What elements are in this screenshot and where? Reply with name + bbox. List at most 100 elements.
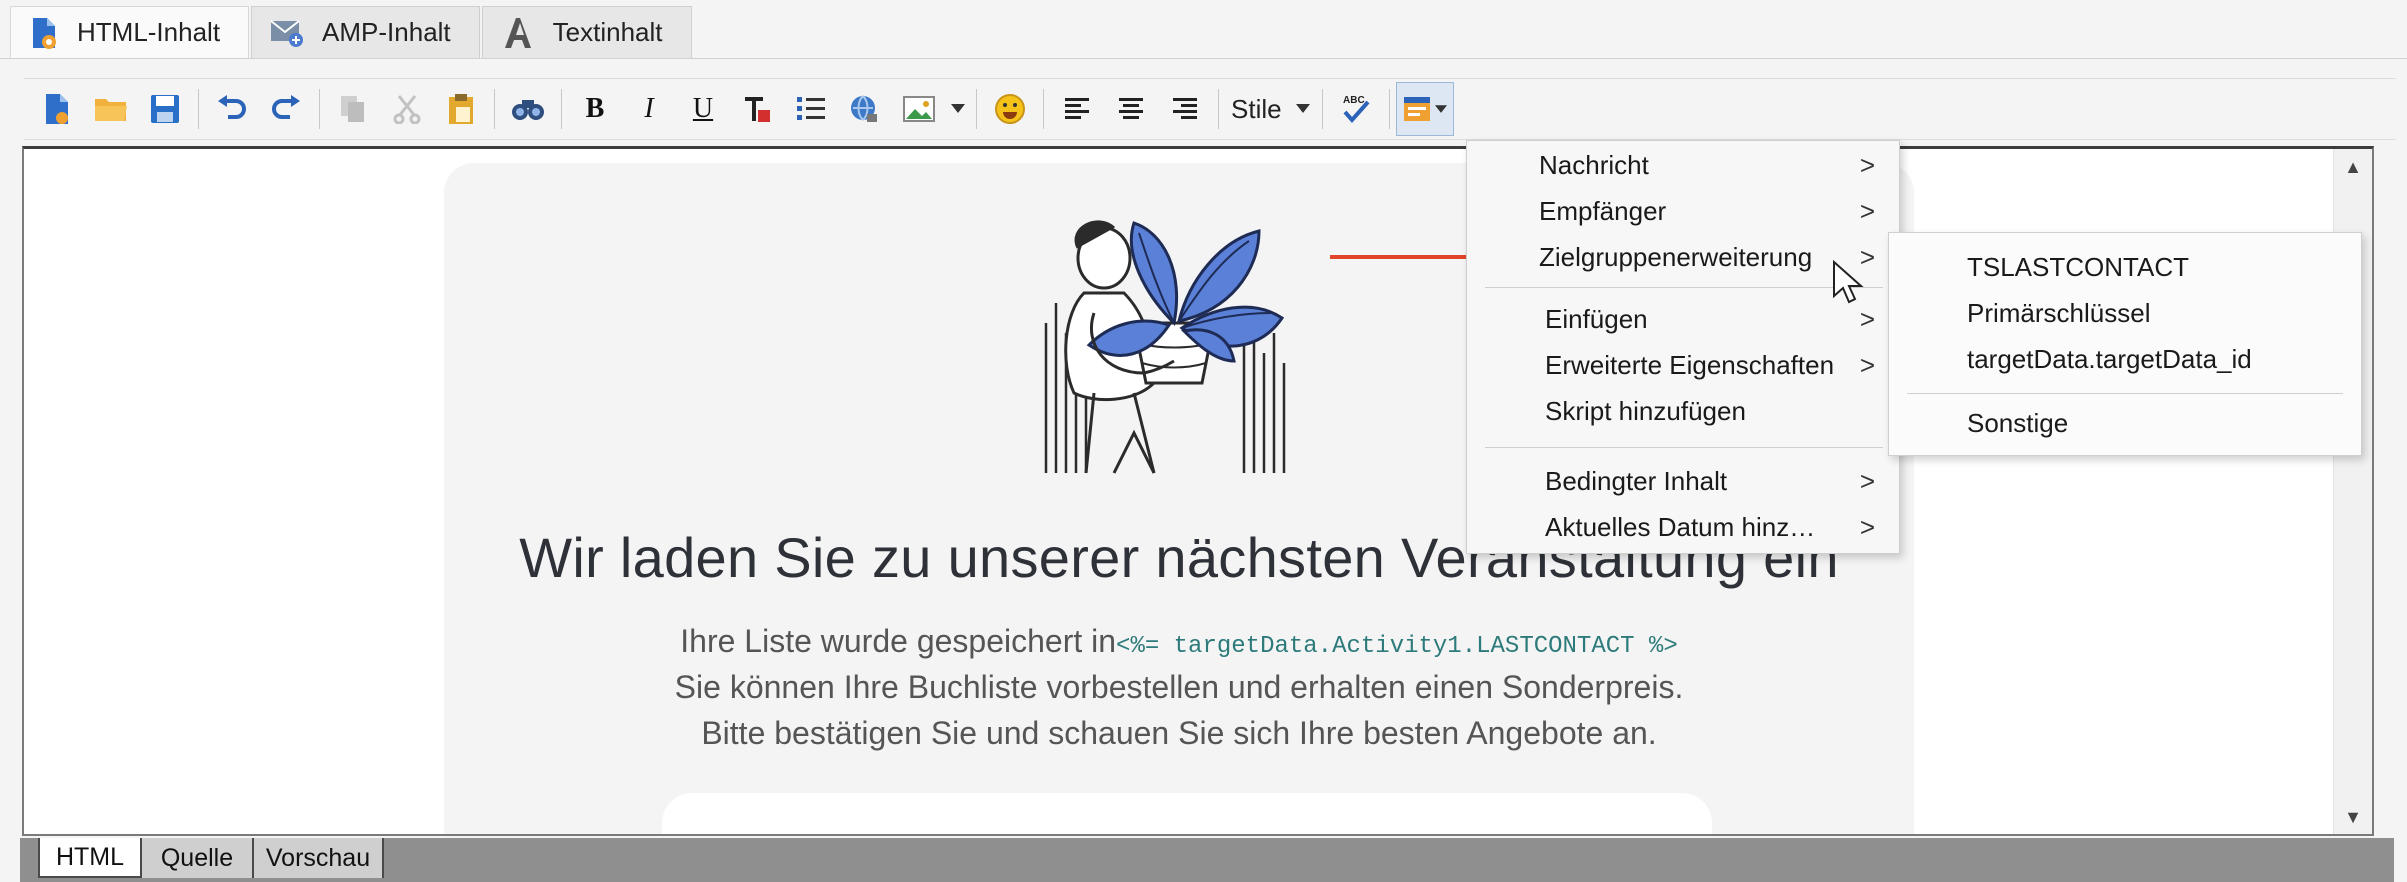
menu-item-label: Zielgruppenerweiterung [1539,241,1813,272]
tab-amp-content[interactable]: AMP-Inhalt [251,6,480,58]
mouse-cursor-icon [1833,260,1864,304]
insert-image-button[interactable] [892,82,946,136]
submenu-item-label: Sonstige [1967,407,2069,438]
toolbar-separator [561,89,562,129]
menu-item-erweiterte-eigenschaften[interactable]: Erweiterte Eigenschaften > [1467,343,1899,387]
menu-item-label: Einfügen [1545,303,1648,334]
submenu-item-targetdata-id[interactable]: targetData.targetData_id [1889,337,2361,381]
redo-button[interactable] [259,82,313,136]
align-center-button[interactable] [1104,82,1158,136]
menu-item-skript-hinzufuegen[interactable]: Skript hinzufügen [1467,389,1899,433]
html-content-icon [29,16,59,50]
submenu-item-label: TSLASTCONTACT [1967,251,2189,282]
personalization-icon [1403,97,1430,121]
undo-button[interactable] [205,82,259,136]
scroll-down-icon[interactable]: ▼ [2334,807,2372,828]
chevron-right-icon: > [1859,465,1875,496]
tab-label: Quelle [160,843,234,872]
menu-item-label: Erweiterte Eigenschaften [1545,349,1835,380]
submenu-item-primaerschluessel[interactable]: Primärschlüssel [1889,291,2361,335]
align-right-icon [1173,98,1197,119]
submenu-item-sonstige[interactable]: Sonstige [1889,401,2361,445]
styles-dropdown[interactable]: Stile [1225,94,1316,125]
underline-icon: U [692,93,714,124]
tab-label: Textinhalt [552,17,663,47]
tab-label: HTML [55,842,125,871]
align-right-button[interactable] [1158,82,1212,136]
personalization-menu: Nachricht > Empfänger > Zielgruppenerwei… [1466,140,1900,554]
tab-preview[interactable]: Vorschau [254,838,384,878]
spellcheck-button[interactable]: ABC [1329,82,1383,136]
tab-divider [0,58,2407,59]
save-button[interactable] [138,82,192,136]
cut-button[interactable] [380,82,434,136]
menu-item-label: Empfänger [1539,195,1667,226]
image-dropdown-button[interactable] [946,82,970,136]
open-folder-icon [95,99,127,121]
align-left-button[interactable] [1050,82,1104,136]
menu-item-label: Bedingter Inhalt [1545,465,1728,496]
menu-item-label: Nachricht [1539,149,1649,180]
paste-button[interactable] [434,82,488,136]
toolbar-separator [1043,89,1044,129]
menu-item-nachricht[interactable]: Nachricht > [1467,143,1899,187]
spellcheck-label: ABC [1343,95,1365,106]
preorder-text: Sie können Ihre Buchliste vorbestellen u… [674,669,1684,705]
chevron-right-icon: > [1859,349,1875,380]
cut-icon [393,95,421,124]
spellcheck-icon: ABC [1343,95,1370,124]
copy-button[interactable] [326,82,380,136]
insert-link-button[interactable] [838,82,892,136]
bullet-list-button[interactable] [784,82,838,136]
italic-button[interactable]: I [622,82,676,136]
text-color-button[interactable] [730,82,784,136]
tab-source[interactable]: Quelle [142,838,254,878]
toolbar-separator [1321,89,1323,129]
bold-icon: B [585,93,605,124]
list-icon [797,97,825,120]
chevron-right-icon: > [1859,303,1875,334]
toolbar-separator [1218,89,1219,129]
tab-text-content[interactable]: Textinhalt [481,6,692,58]
scroll-up-icon[interactable]: ▲ [2334,157,2372,178]
tab-html-content[interactable]: HTML-Inhalt [10,6,250,58]
tab-label: AMP-Inhalt [322,17,451,47]
amp-content-icon [270,18,304,48]
saved-list-label: Ihre Liste wurde gespeichert in [680,623,1117,659]
inner-content-card [662,793,1712,834]
image-icon [903,96,935,122]
save-icon [151,95,179,123]
saved-list-text: Ihre Liste wurde gespeichert in<%= targe… [444,623,1914,660]
menu-item-aktuelles-datum[interactable]: Aktuelles Datum hinz… > [1467,505,1899,549]
emoji-icon [995,94,1025,124]
underline-button[interactable]: U [676,82,730,136]
editor-mode-tabs: HTML Quelle Vorschau [20,838,2394,882]
menu-item-bedingter-inhalt[interactable]: Bedingter Inhalt > [1467,459,1899,503]
italic-icon: I [644,93,654,124]
open-button[interactable] [84,82,138,136]
confirm-text: Bitte bestätigen Sie und schauen Sie sic… [701,715,1657,751]
toolbar-separator [494,89,495,129]
chevron-down-icon [1434,104,1447,113]
personalization-button[interactable] [1395,82,1454,136]
personalization-field: <%= targetData.Activity1.LASTCONTACT %> [1116,633,1678,660]
bold-button[interactable]: B [568,82,622,136]
submenu-item-label: targetData.targetData_id [1967,343,2252,374]
emoji-button[interactable] [983,82,1037,136]
copy-icon [341,96,364,122]
menu-separator [1485,447,1883,448]
tab-label: Vorschau [265,843,371,872]
find-button[interactable] [501,82,555,136]
content-tabs: HTML-Inhalt AMP-Inhalt Textinhalt [10,6,694,58]
submenu-item-tslastcontact[interactable]: TSLASTCONTACT [1889,245,2361,289]
undo-icon [218,95,246,119]
submenu-item-label: Primärschlüssel [1967,297,2151,328]
align-center-icon [1119,98,1143,119]
menu-item-empfaenger[interactable]: Empfänger > [1467,189,1899,233]
menu-item-label: Aktuelles Datum hinz… [1545,511,1816,542]
toolbar-separator [1388,89,1390,129]
text-color-icon [745,97,770,122]
new-document-button[interactable] [30,82,84,136]
tab-html[interactable]: HTML [38,838,142,878]
chevron-right-icon: > [1859,195,1875,226]
